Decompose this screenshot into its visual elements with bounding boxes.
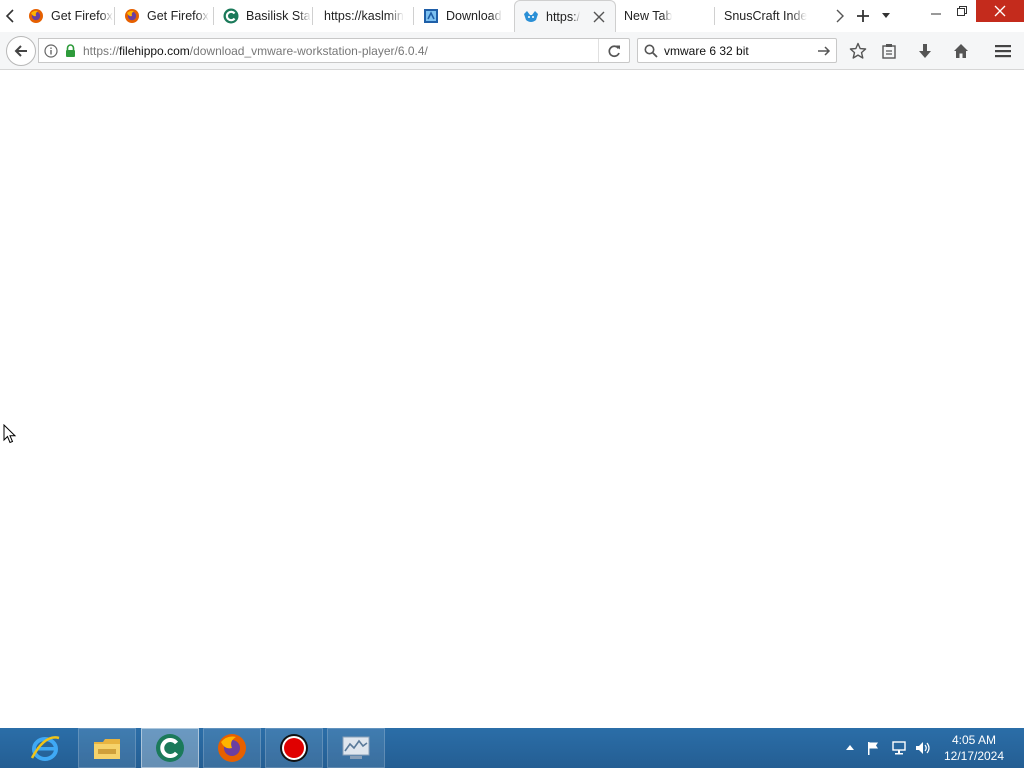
clipboard-icon bbox=[882, 44, 896, 59]
tab-scroll-right-button[interactable] bbox=[830, 0, 850, 32]
chevron-left-icon bbox=[5, 9, 14, 23]
search-go-button[interactable] bbox=[816, 43, 832, 59]
network-icon bbox=[892, 741, 906, 755]
home-button[interactable] bbox=[947, 38, 975, 64]
tab-scroll-left-button[interactable] bbox=[0, 0, 20, 32]
tab-snuscraft[interactable]: SnusCraft Inde bbox=[716, 0, 828, 32]
download-site-icon bbox=[423, 8, 439, 24]
tray-up-arrow-icon bbox=[846, 745, 854, 750]
download-arrow-icon bbox=[919, 44, 931, 58]
star-icon bbox=[849, 42, 867, 59]
reading-list-button[interactable] bbox=[875, 38, 903, 64]
page-content-area[interactable] bbox=[0, 70, 1024, 728]
arrow-right-icon bbox=[818, 46, 831, 56]
basilisk-icon bbox=[156, 734, 184, 762]
back-button[interactable] bbox=[6, 36, 36, 66]
taskbar: 4:05 AM 12/17/2024 bbox=[0, 728, 1024, 768]
taskbar-basilisk[interactable] bbox=[141, 728, 199, 768]
search-bar[interactable]: vmware 6 32 bit bbox=[637, 38, 837, 63]
taskbar-internet-explorer[interactable] bbox=[16, 728, 74, 768]
navigation-toolbar: https://filehippo.com/download_vmware-wo… bbox=[0, 32, 1024, 70]
minimize-icon bbox=[931, 13, 941, 15]
restore-window-button[interactable] bbox=[945, 0, 979, 22]
action-center-button[interactable] bbox=[864, 728, 882, 768]
mouse-pointer-icon bbox=[3, 424, 17, 444]
info-icon[interactable] bbox=[43, 43, 59, 59]
speaker-icon bbox=[916, 742, 930, 754]
downloads-button[interactable] bbox=[911, 38, 939, 64]
close-window-button[interactable] bbox=[976, 0, 1024, 22]
tab-get-firefox-1[interactable]: Get Firefox bbox=[20, 0, 115, 32]
record-icon bbox=[280, 734, 308, 762]
tab-strip: Get Firefox Get Firefox Basilisk Sta htt… bbox=[0, 0, 1024, 32]
show-hidden-icons-button[interactable] bbox=[843, 728, 857, 768]
system-monitor-icon bbox=[342, 736, 370, 759]
volume-button[interactable] bbox=[913, 728, 933, 768]
reload-icon bbox=[608, 44, 620, 57]
lock-icon[interactable] bbox=[63, 43, 77, 59]
filehippo-icon bbox=[523, 9, 539, 25]
close-icon bbox=[994, 5, 1006, 17]
internet-explorer-icon bbox=[30, 736, 60, 761]
plus-icon bbox=[857, 10, 869, 22]
back-arrow-icon bbox=[14, 45, 27, 57]
tab-new-tab[interactable]: New Tab bbox=[617, 0, 715, 32]
network-button[interactable] bbox=[889, 728, 909, 768]
bookmark-star-button[interactable] bbox=[844, 38, 872, 64]
tab-download[interactable]: Download bbox=[415, 0, 513, 32]
tab-filehippo-active[interactable]: https:/ bbox=[514, 0, 616, 32]
reload-button[interactable] bbox=[598, 39, 629, 62]
clock-date: 12/17/2024 bbox=[943, 749, 1005, 763]
chevron-right-icon bbox=[836, 9, 844, 23]
open-menu-button[interactable] bbox=[989, 38, 1017, 64]
folder-icon bbox=[94, 739, 120, 759]
address-bar[interactable]: https://filehippo.com/download_vmware-wo… bbox=[38, 38, 630, 63]
close-tab-icon[interactable] bbox=[591, 9, 607, 25]
tab-basilisk[interactable]: Basilisk Sta bbox=[215, 0, 313, 32]
taskbar-firefox[interactable] bbox=[203, 728, 261, 768]
hamburger-menu-icon bbox=[995, 45, 1011, 58]
new-tab-button[interactable] bbox=[852, 0, 874, 32]
dropdown-arrow-icon bbox=[882, 13, 890, 18]
taskbar-system-app[interactable] bbox=[327, 728, 385, 768]
search-query[interactable]: vmware 6 32 bit bbox=[664, 44, 749, 58]
clock-time: 4:05 AM bbox=[951, 733, 997, 747]
home-icon bbox=[954, 44, 968, 58]
firefox-icon bbox=[218, 734, 246, 762]
search-icon bbox=[644, 44, 660, 58]
basilisk-icon bbox=[223, 8, 239, 24]
firefox-icon bbox=[124, 8, 140, 24]
tab-get-firefox-2[interactable]: Get Firefox bbox=[116, 0, 214, 32]
list-all-tabs-button[interactable] bbox=[876, 0, 896, 32]
system-clock[interactable]: 4:05 AM 12/17/2024 bbox=[938, 732, 1010, 766]
url-text[interactable]: https://filehippo.com/download_vmware-wo… bbox=[83, 44, 428, 58]
taskbar-file-explorer[interactable] bbox=[78, 728, 136, 768]
taskbar-screen-recorder[interactable] bbox=[265, 728, 323, 768]
tab-kaslmin[interactable]: https://kaslmin bbox=[314, 0, 414, 32]
firefox-icon bbox=[28, 8, 44, 24]
flag-icon bbox=[868, 742, 878, 755]
restore-icon bbox=[957, 6, 967, 16]
